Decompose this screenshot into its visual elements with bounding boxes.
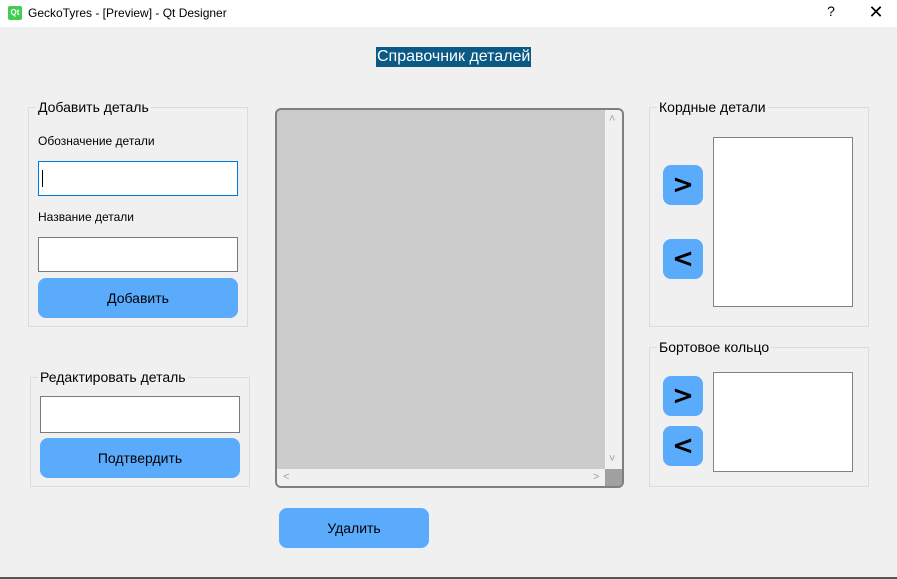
page-title: Справочник деталей bbox=[376, 47, 532, 67]
designation-label: Обозначение детали bbox=[38, 134, 155, 148]
add-button[interactable]: Добавить bbox=[38, 278, 238, 318]
edit-detail-input[interactable] bbox=[40, 396, 240, 433]
cord-details-group-title: Кордные детали bbox=[657, 99, 768, 115]
vertical-scrollbar[interactable]: ˄ ˅ bbox=[605, 110, 622, 469]
add-detail-group-title: Добавить деталь bbox=[36, 99, 151, 115]
confirm-button[interactable]: Подтвердить bbox=[40, 438, 240, 478]
help-button[interactable]: ? bbox=[824, 3, 838, 23]
designation-input[interactable] bbox=[38, 161, 238, 196]
bead-move-right-button[interactable]: > bbox=[663, 376, 703, 416]
bead-ring-group-title: Бортовое кольцо bbox=[657, 339, 772, 355]
title-bar: Qt GeckoTyres - [Preview] - Qt Designer … bbox=[0, 0, 897, 27]
horizontal-scrollbar[interactable]: ˂ ˃ bbox=[277, 469, 605, 486]
scroll-left-icon[interactable]: ˂ bbox=[283, 472, 289, 483]
window-title: GeckoTyres - [Preview] - Qt Designer bbox=[28, 6, 227, 20]
name-input[interactable] bbox=[38, 237, 238, 272]
cord-move-left-button[interactable]: < bbox=[663, 239, 703, 279]
scrollbar-corner bbox=[605, 469, 622, 486]
name-label: Название детали bbox=[38, 210, 134, 224]
text-caret bbox=[42, 170, 43, 187]
edit-detail-group-title: Редактировать деталь bbox=[38, 369, 188, 385]
qt-app-icon: Qt bbox=[8, 6, 22, 20]
cord-details-list[interactable] bbox=[713, 137, 853, 307]
delete-button[interactable]: Удалить bbox=[279, 508, 429, 548]
details-table[interactable]: ˄ ˅ ˂ ˃ bbox=[275, 108, 624, 488]
scroll-up-icon[interactable]: ˄ bbox=[609, 114, 615, 125]
scroll-right-icon[interactable]: ˃ bbox=[593, 472, 599, 483]
cord-move-right-button[interactable]: > bbox=[663, 165, 703, 205]
close-button[interactable]: ✕ bbox=[866, 2, 886, 24]
bead-ring-list[interactable] bbox=[713, 372, 853, 472]
bead-move-left-button[interactable]: < bbox=[663, 426, 703, 466]
scroll-down-icon[interactable]: ˅ bbox=[609, 454, 615, 465]
